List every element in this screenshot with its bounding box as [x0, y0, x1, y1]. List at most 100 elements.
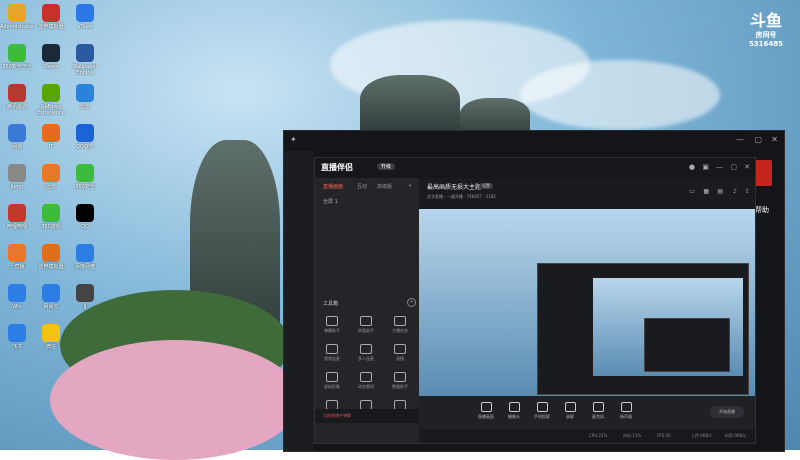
minimize-icon[interactable]: — [716, 163, 723, 171]
tool-item[interactable]: 动态素材 [351, 372, 381, 390]
desktop-icon[interactable]: 百度网盘 [68, 244, 102, 270]
app-icon [42, 124, 60, 142]
close-icon[interactable]: ✕ [744, 163, 750, 171]
toolbar-label: 摄像头 [508, 414, 520, 419]
steam-icon [42, 44, 60, 62]
minimize-icon[interactable]: — [736, 135, 744, 144]
status-item: CPU:21% [589, 433, 608, 438]
share-icon[interactable]: ⇪ [745, 188, 750, 195]
toolbar-button[interactable]: 麦克风 [585, 402, 611, 420]
desktop-icon-label: 雷电模拟器 [38, 264, 64, 270]
maximize-icon[interactable]: ▢ [754, 135, 762, 144]
toolbar-button[interactable]: 手机投屏 [529, 402, 555, 420]
app-icon [8, 244, 26, 262]
desktop-icon[interactable]: 雷电模拟器 [34, 4, 68, 30]
stream-title[interactable]: 最高画质无损大主题 [427, 182, 481, 191]
desktop-icon[interactable]: QQ音乐 [68, 124, 102, 150]
scene-item[interactable]: 全屏 1 [323, 198, 338, 205]
desktop-icon[interactable]: 一直播 [0, 244, 34, 270]
desktop-icon-label: 飞书 [11, 344, 22, 350]
desktop-icon[interactable]: 微信 [34, 324, 68, 350]
desktop-icon[interactable]: Wallpaper Engine [68, 44, 102, 76]
desktop-icon[interactable]: 360安全 [68, 164, 102, 190]
nested-preview-window [537, 263, 749, 395]
watermark-room-number: 5316485 [748, 40, 784, 48]
desktop-icon[interactable]: Steam [34, 44, 68, 70]
app-icon [8, 324, 26, 342]
douyu-watermark: 斗鱼 房间号 5316485 [742, 12, 790, 54]
center-panel: 最高画质无损大主题 设置 文字直播 · 一键开播 · 74K457 · 2182… [419, 178, 755, 443]
tab-advanced[interactable]: 高级版 [377, 183, 392, 190]
toolbox-add-icon[interactable]: + [407, 298, 416, 307]
toolbar-button[interactable]: 录屏 [557, 402, 583, 420]
tool-item[interactable]: 多人连麦 [351, 344, 381, 362]
desktop-icon[interactable]: 腾讯会议 [0, 84, 34, 110]
app-icon [76, 244, 94, 262]
app-logo-peek [754, 160, 772, 186]
stream-preview[interactable] [419, 209, 755, 396]
tool-item[interactable]: 弹幕助手 [317, 316, 347, 334]
desktop-icon[interactable]: IT [34, 124, 68, 150]
lock-icon[interactable]: ▭ [689, 188, 695, 195]
desktop-icon[interactable]: 哔哩哔哩 [0, 204, 34, 230]
app-icon [8, 84, 26, 102]
tool-item[interactable]: 主播任务 [385, 316, 415, 334]
desktop-icon[interactable]: 迅雷 [34, 164, 68, 190]
watermark-logo: 斗鱼 [749, 11, 782, 30]
desktop-icon[interactable]: IJ [68, 284, 102, 310]
close-icon[interactable]: ✕ [771, 135, 778, 144]
status-bar: CPU:21% 内存:11% FPS:30 上传:0KB/s 码率:0KB/s [419, 429, 755, 443]
bell-icon[interactable]: ♪ [733, 188, 737, 195]
tool-icon [326, 316, 338, 326]
desktop-icon[interactable]: Win [0, 284, 34, 310]
tool-item[interactable]: 滤镜 [385, 344, 415, 362]
help-link[interactable]: 帮助 [755, 205, 769, 215]
desktop-icon[interactable]: Administrator [0, 4, 34, 30]
stream-meta: 文字直播 · 一键开播 · 74K457 · 2182 [427, 194, 496, 199]
desktop-icon[interactable]: 360游戏 [34, 204, 68, 230]
grid-icon[interactable]: ▤ [717, 188, 723, 195]
toolbar-button[interactable]: 扬声器 [613, 402, 639, 420]
bottom-toolbar: 开始直播 直播画面 摄像头 手机投屏 录屏 麦克风 扬声器 [419, 396, 755, 429]
maximize-icon[interactable]: ▢ [730, 163, 737, 171]
nvidia-icon [42, 84, 60, 102]
desktop-icon-label: Steam [42, 64, 60, 70]
user-folder-icon [8, 4, 26, 22]
tool-label: 视频连麦 [324, 356, 340, 361]
desktop-icon[interactable]: uTools [68, 4, 102, 30]
tool-item[interactable]: 视频连麦 [317, 344, 347, 362]
start-live-button[interactable]: 开始直播 [710, 406, 744, 418]
gift-icon[interactable]: ▣ [702, 163, 709, 171]
add-scene-icon[interactable]: + [408, 183, 412, 189]
tool-icon [326, 372, 338, 382]
tool-label: 滤镜 [396, 356, 404, 361]
desktop-icon[interactable]: 飞书 [0, 324, 34, 350]
qq-icon [76, 204, 94, 222]
tab-scene[interactable]: 直播画面 [323, 183, 343, 190]
desktop-icon-label: QQ [81, 224, 89, 230]
tool-item[interactable]: 虚拟形象 [317, 372, 347, 390]
desktop-icon[interactable]: 网易 [0, 124, 34, 150]
upgrade-button[interactable]: 升级 [377, 163, 396, 170]
status-item: 内存:11% [623, 433, 642, 438]
tool-item[interactable]: 数据助手 [385, 372, 415, 390]
app-icon [42, 4, 60, 22]
avatar[interactable]: ● [689, 163, 695, 171]
app-icon [76, 4, 94, 22]
toolbar-button[interactable]: 摄像头 [501, 402, 527, 420]
tool-icon [394, 316, 406, 326]
tab-interact[interactable]: 互动 [357, 183, 367, 190]
desktop-icon[interactable]: 网易云 [34, 284, 68, 310]
desktop-icon[interactable]: 雷电模拟器 [34, 244, 68, 270]
status-item: 码率:0KB/s [725, 433, 746, 438]
layout-icon[interactable]: ▦ [703, 188, 709, 195]
desktop-icon[interactable]: 迅雷 [68, 84, 102, 110]
tool-item[interactable]: 房管助手 [351, 316, 381, 334]
desktop-icon[interactable]: QQ [68, 204, 102, 230]
desktop-icon[interactable]: 360安全卫士 [0, 44, 34, 70]
title-badge[interactable]: 设置 [479, 183, 493, 189]
toolbar-button[interactable]: 直播画面 [473, 402, 499, 420]
desktop-icon[interactable]: GeForce Experience [34, 84, 68, 116]
toolbar-icon [592, 402, 604, 412]
desktop-icon[interactable]: Jump [0, 164, 34, 190]
